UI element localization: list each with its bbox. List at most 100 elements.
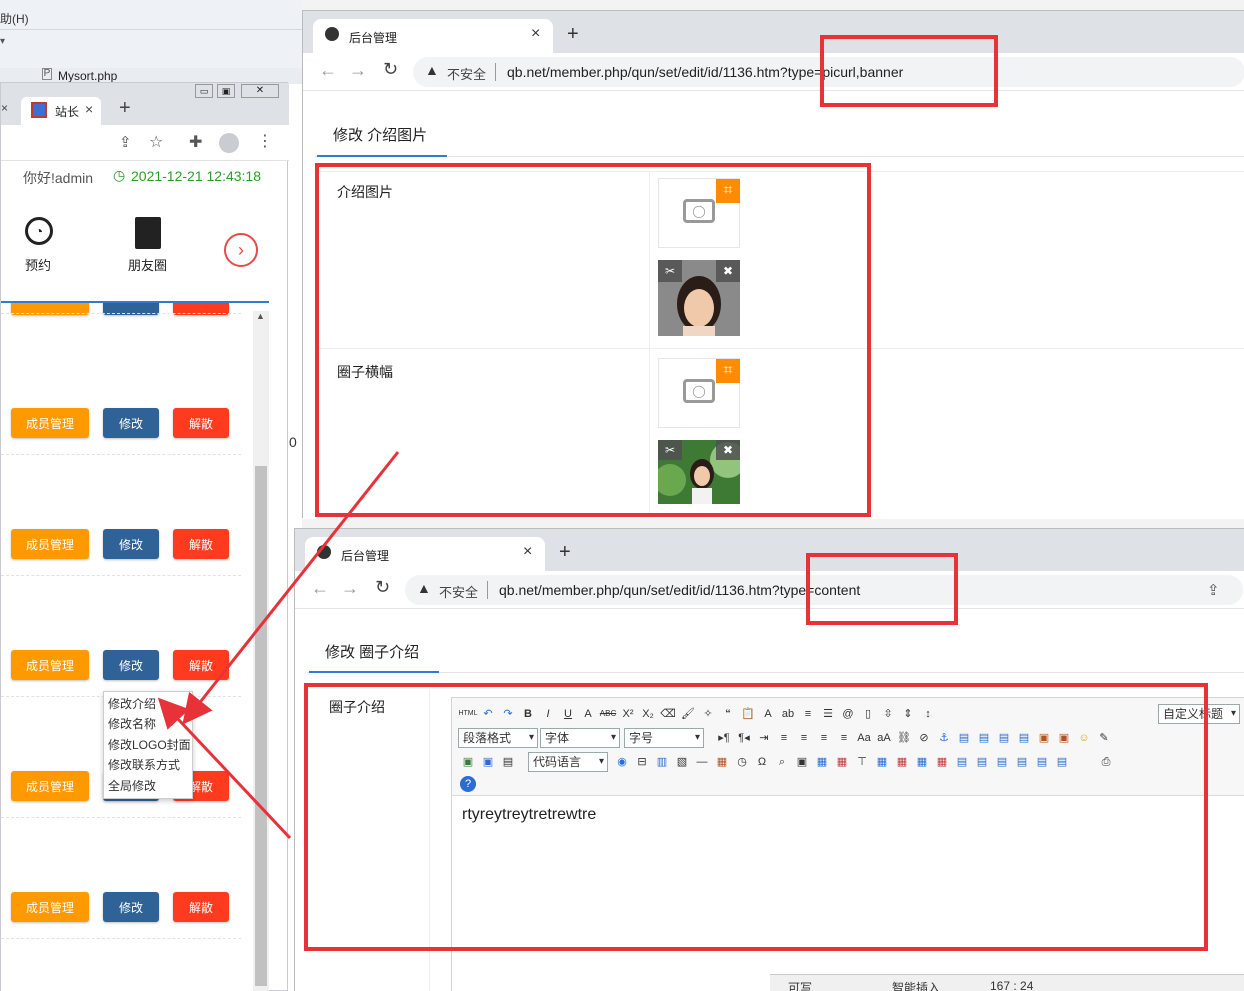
scroll-up-icon[interactable]: ▲	[256, 311, 265, 321]
menu-edit-intro[interactable]: 修改介绍	[108, 694, 156, 714]
special-char-icon[interactable]: Ω	[752, 754, 772, 770]
profile-avatar-icon[interactable]	[219, 133, 239, 153]
nav-item-booking[interactable]: ◔ 预约	[19, 217, 63, 273]
underline-icon[interactable]: U	[558, 706, 578, 722]
magic-icon[interactable]: ✧	[698, 706, 718, 722]
member-manage-button[interactable]: 成员管理	[11, 771, 89, 801]
menu-global-edit[interactable]: 全局修改	[108, 776, 156, 796]
eraser-icon[interactable]: ⌫	[658, 706, 678, 722]
scrollbar-thumb[interactable]	[255, 466, 267, 986]
font-border-icon[interactable]: A	[578, 706, 598, 722]
date-icon[interactable]: ▦	[712, 754, 732, 770]
insert-para-icon[interactable]: ⊤	[852, 754, 872, 770]
link-icon[interactable]: ⛓	[894, 730, 914, 746]
url-field[interactable]: ▲ 不安全 qb.net/member.php/qun/set/edit/id/…	[413, 57, 1244, 87]
forward-icon[interactable]: →	[349, 60, 367, 81]
member-manage-button[interactable]: 成员管理	[11, 650, 89, 680]
tab-close-icon[interactable]: ×	[523, 543, 532, 561]
indent-icon[interactable]: ⇥	[754, 730, 774, 746]
scrawl-icon[interactable]: ✎	[1094, 730, 1114, 746]
delete-row-icon[interactable]: ▦	[892, 754, 912, 770]
reload-icon[interactable]: ↻	[375, 577, 390, 598]
superscript-icon[interactable]: X²	[618, 706, 638, 722]
share-icon[interactable]: ⇪	[1207, 581, 1220, 599]
back-icon[interactable]: ←	[311, 578, 329, 599]
url-field[interactable]: ▲ 不安全 qb.net/member.php/qun/set/edit/id/…	[405, 575, 1243, 605]
font-color-icon[interactable]: A	[758, 706, 778, 722]
unordered-list-icon[interactable]: ☰	[818, 706, 838, 722]
file-tab-name[interactable]: Mysort.php	[58, 69, 117, 83]
banner-image-thumb[interactable]: ✂ ✖	[658, 440, 740, 504]
dissolve-button[interactable]: 解散	[173, 892, 229, 922]
insert-table-icon[interactable]: ▦	[812, 754, 832, 770]
nav-item-moments[interactable]: 朋友圈	[125, 217, 175, 273]
delete-icon[interactable]: ✖	[716, 260, 740, 282]
align-center-icon[interactable]: ≡	[794, 730, 814, 746]
time-icon[interactable]: ◷	[732, 754, 752, 770]
new-tab-icon[interactable]: +	[567, 23, 579, 46]
greeting[interactable]: 你好!admin	[23, 168, 93, 188]
editor-content[interactable]: rtyreytreytretrewtre	[462, 806, 596, 824]
chevron-down-icon[interactable]: ▾	[0, 36, 5, 47]
merge-down-icon[interactable]: ▤	[992, 754, 1012, 770]
menu-help[interactable]: 助(H)	[0, 10, 29, 27]
delete-table-icon[interactable]: ▦	[832, 754, 852, 770]
browser-tab[interactable]: 站长 ×	[21, 97, 101, 125]
image-icon[interactable]: ▣	[1034, 730, 1054, 746]
split-cells-icon[interactable]: ▤	[1012, 754, 1032, 770]
emoji-icon[interactable]: ☺	[1074, 730, 1094, 746]
delete-col-icon[interactable]: ▦	[932, 754, 952, 770]
member-manage-button[interactable]: 成员管理	[11, 529, 89, 559]
bold-icon[interactable]: B	[518, 706, 538, 722]
share-icon[interactable]: ⇪	[119, 133, 132, 151]
menu-edit-logo[interactable]: 修改LOGO封面	[108, 735, 191, 755]
merge-right-icon[interactable]: ▤	[972, 754, 992, 770]
ltr-icon[interactable]: ▸¶	[714, 730, 734, 746]
scissors-icon[interactable]: ✂	[658, 260, 682, 282]
scrollbar[interactable]: ▲	[253, 311, 269, 991]
upload-box[interactable]: ◯ ⌗	[658, 358, 740, 428]
paste-icon[interactable]: 📋	[738, 706, 758, 722]
align-left-icon[interactable]: ≡	[774, 730, 794, 746]
insert-col-icon[interactable]: ▦	[912, 754, 932, 770]
uppercase-icon[interactable]: Aa	[854, 730, 874, 746]
ordered-list-icon[interactable]: ≡	[798, 706, 818, 722]
format-brush-icon[interactable]: 🖌	[678, 706, 698, 722]
edit-button[interactable]: 修改	[103, 408, 159, 438]
tab-close-icon[interactable]: ×	[85, 101, 93, 117]
insert-image-icon[interactable]: ▣	[458, 754, 478, 770]
dissolve-button[interactable]: 解散	[173, 650, 229, 680]
horizontal-rule-icon[interactable]: —	[692, 754, 712, 770]
scissors-icon[interactable]: ✂	[658, 440, 682, 460]
font-size-select[interactable]: 字号	[624, 728, 704, 748]
subscript-icon[interactable]: X₂	[638, 706, 658, 722]
member-manage-button[interactable]: 成员管理	[11, 408, 89, 438]
image-none-icon[interactable]: ▤	[1014, 730, 1034, 746]
edit-button[interactable]: 修改	[103, 650, 159, 680]
new-tab-icon[interactable]: +	[119, 97, 131, 120]
dissolve-button[interactable]: 解散	[173, 529, 229, 559]
html-source-icon[interactable]: HTML	[458, 706, 478, 722]
insert-file-icon[interactable]: ▤	[498, 754, 518, 770]
quote-icon[interactable]: “	[718, 706, 738, 722]
map-icon[interactable]: ◉	[612, 754, 632, 770]
browser-tab[interactable]: 后台管理 ×	[313, 19, 553, 53]
align-right-icon[interactable]: ≡	[814, 730, 834, 746]
italic-icon[interactable]: I	[538, 706, 558, 722]
row-spacing-icon[interactable]: ⇳	[878, 706, 898, 722]
member-manage-button[interactable]: 成员管理	[11, 892, 89, 922]
font-family-select[interactable]: 字体	[540, 728, 620, 748]
dissolve-button[interactable]: 解散	[173, 408, 229, 438]
page-icon[interactable]: ▯	[858, 706, 878, 722]
rtl-icon[interactable]: ¶◂	[734, 730, 754, 746]
insert-row-icon[interactable]: ▦	[872, 754, 892, 770]
align-justify-icon[interactable]: ≡	[834, 730, 854, 746]
extensions-icon[interactable]: ✚	[189, 132, 202, 152]
split-cols-icon[interactable]: ▤	[1052, 754, 1072, 770]
template-icon[interactable]: ▥	[652, 754, 672, 770]
preview-icon[interactable]: ▣	[792, 754, 812, 770]
reload-icon[interactable]: ↻	[383, 59, 398, 80]
edit-button[interactable]: 修改	[103, 529, 159, 559]
unlink-icon[interactable]: ⊘	[914, 730, 934, 746]
help-icon[interactable]: ?	[460, 776, 476, 792]
